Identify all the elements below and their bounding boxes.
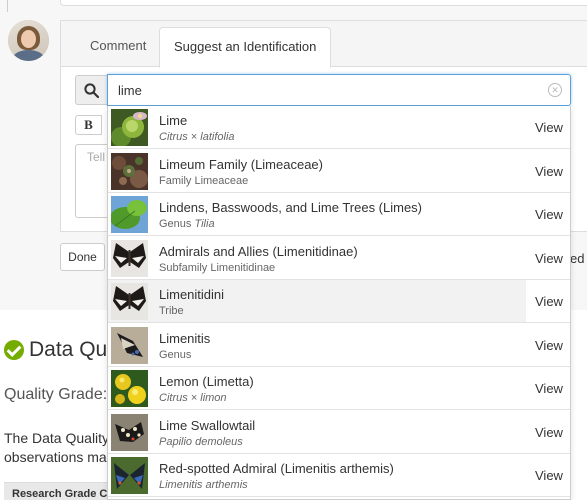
taxon-scientific-name-text: Limenitidinae <box>210 262 276 274</box>
taxon-scientific-name: Citrus × latifolia <box>159 131 235 143</box>
taxon-scientific-name: Citrus × limon <box>159 392 227 404</box>
tab-bar: Comment Suggest an Identification <box>61 21 587 68</box>
quality-grade-label: Quality Grade: <box>4 386 108 403</box>
taxon-photo-thumbnail <box>111 240 148 277</box>
taxon-photo-thumbnail <box>111 153 148 190</box>
taxon-scientific-name: Genus <box>159 349 191 361</box>
taxon-search-input[interactable] <box>107 74 571 106</box>
taxon-scientific-name-text: Papilio demoleus <box>159 436 243 448</box>
data-quality-heading: Data Qu <box>4 336 107 364</box>
view-taxon-link[interactable]: View <box>535 425 563 440</box>
done-button[interactable]: Done <box>60 243 105 271</box>
taxon-scientific-name-text: Limeaceae <box>194 175 249 187</box>
taxon-common-name: Limenitidini <box>159 287 225 302</box>
taxon-scientific-name: Subfamily Limenitidinae <box>159 262 275 274</box>
taxon-scientific-name-text: Tilia <box>194 218 215 230</box>
search-result-item[interactable]: Limenitis Genus View <box>108 324 570 367</box>
taxon-photo-thumbnail <box>111 109 148 146</box>
view-taxon-link[interactable]: View <box>535 251 563 266</box>
taxon-common-name: Admirals and Allies (Limenitidinae) <box>159 244 358 259</box>
taxon-scientific-name: Papilio demoleus <box>159 436 243 448</box>
tab-suggest-identification[interactable]: Suggest an Identification <box>159 27 332 68</box>
taxon-scientific-name: Tribe <box>159 305 184 317</box>
view-taxon-link[interactable]: View <box>535 164 563 179</box>
taxon-scientific-name-text: Limenitis arthemis <box>159 479 248 491</box>
taxon-common-name: Lime <box>159 113 188 128</box>
taxon-common-name: Red-spotted Admiral (Limenitis arthemis) <box>159 461 394 476</box>
taxon-rank: Genus <box>159 218 192 230</box>
taxon-common-name: Lime Swallowtail <box>159 418 256 433</box>
taxon-photo-thumbnail <box>111 414 148 451</box>
tab-comment[interactable]: Comment <box>76 27 160 68</box>
view-taxon-link[interactable]: View <box>535 338 563 353</box>
taxon-scientific-name-text: Citrus × latifolia <box>159 131 235 143</box>
taxon-common-name: Limenitis <box>159 331 211 346</box>
taxon-photo-thumbnail <box>111 283 148 320</box>
avatar[interactable] <box>8 20 49 61</box>
taxon-scientific-name-text: Genus <box>159 349 192 361</box>
taxon-common-name: Lindens, Basswoods, and Lime Trees (Lime… <box>159 200 423 215</box>
research-grade-table-header: Research Grade C <box>4 482 124 500</box>
data-quality-description-line2: observations ma <box>4 449 107 465</box>
taxon-photo-thumbnail <box>111 370 148 407</box>
taxon-rank: Family <box>159 175 192 187</box>
check-circle-icon <box>4 340 24 360</box>
search-result-item[interactable]: Lemon (Limetta) Citrus × limon View <box>108 367 570 410</box>
search-result-item[interactable]: Admirals and Allies (Limenitidinae) Subfa… <box>108 237 570 280</box>
taxon-rank: Subfamily <box>159 262 208 274</box>
button-label-fragment: ed <box>570 251 585 266</box>
comment-placeholder: Tell <box>87 150 106 164</box>
view-taxon-link[interactable]: View <box>535 207 563 222</box>
search-result-item[interactable]: Limeum Family (Limeaceae) Family Limeacea… <box>108 150 570 193</box>
previous-activity-card <box>60 0 587 6</box>
taxon-scientific-name-text: Tribe <box>159 305 184 317</box>
taxon-common-name: Limeum Family (Limeaceae) <box>159 157 323 172</box>
search-result-item[interactable]: Lime Swallowtail Papilio demoleus View <box>108 411 570 454</box>
taxon-scientific-name: Genus Tilia <box>159 218 215 230</box>
taxon-photo-thumbnail <box>111 457 148 494</box>
search-result-item[interactable]: Limenitidini Tribe View <box>108 280 570 323</box>
search-icon <box>75 75 107 105</box>
view-taxon-link[interactable]: View <box>535 381 563 396</box>
search-result-item[interactable]: Lindens, Basswoods, and Lime Trees (Lime… <box>108 193 570 236</box>
search-result-item[interactable]: Red-spotted Admiral (Limenitis arthemis)… <box>108 454 570 497</box>
taxon-scientific-name: Family Limeaceae <box>159 175 248 187</box>
autocomplete-dropdown: Lime Citrus × latifolia View Limeum Family … <box>107 106 571 500</box>
taxon-photo-thumbnail <box>111 327 148 364</box>
taxon-common-name: Lemon (Limetta) <box>159 374 254 389</box>
view-taxon-link[interactable]: View <box>535 468 563 483</box>
timeline-line <box>7 0 8 12</box>
search-result-item[interactable]: Lime Citrus × latifolia View <box>108 106 570 149</box>
bold-button[interactable]: B <box>75 115 102 135</box>
taxon-photo-thumbnail <box>111 196 148 233</box>
clear-search-icon[interactable]: ✕ <box>548 83 562 97</box>
data-quality-title: Data Qu <box>29 338 108 361</box>
data-quality-description: The Data Quality <box>4 430 110 446</box>
view-taxon-link[interactable]: View <box>535 294 563 309</box>
taxon-scientific-name: Limenitis arthemis <box>159 479 248 491</box>
taxon-scientific-name-text: Citrus × limon <box>159 392 227 404</box>
view-taxon-link[interactable]: View <box>535 120 563 135</box>
